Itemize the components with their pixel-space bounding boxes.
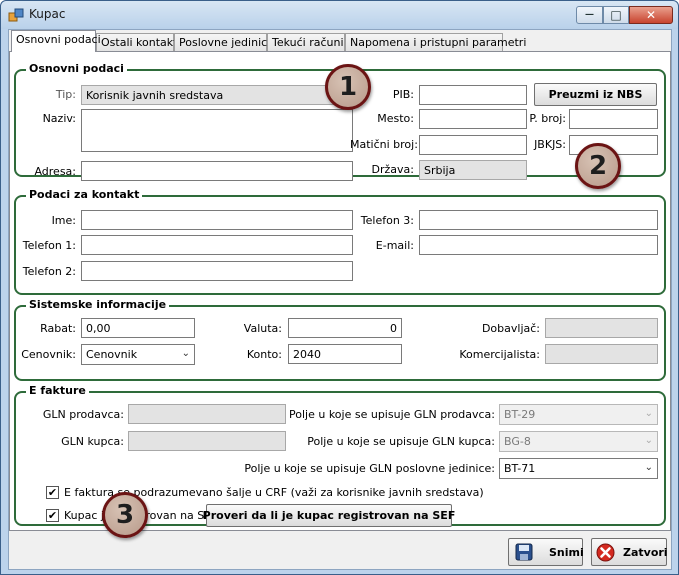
window-title: Kupac — [29, 7, 66, 21]
proveri-sef-button[interactable]: Proveri da li je kupac registrovan na SE… — [203, 504, 455, 527]
postanski-broj-field[interactable] — [569, 109, 658, 129]
konto-label: Konto: — [246, 348, 282, 361]
checkmark-icon: ✔ — [47, 509, 58, 522]
tab-ostali-kontakti[interactable]: Ostali kontakti — [96, 33, 181, 51]
gln-prodavca-label: GLN prodavca: — [42, 408, 124, 421]
tab-tekuci-racuni[interactable]: Tekući računi — [267, 33, 345, 51]
group-title: Sistemske informacije — [26, 298, 170, 311]
komercijalista-field[interactable] — [545, 344, 658, 364]
preuzmi-iz-nbs-button[interactable]: Preuzmi iz NBS — [534, 83, 657, 106]
annotation-badge-3: 3 — [102, 492, 148, 538]
naziv-field[interactable] — [81, 109, 353, 152]
tip-label: Tip: — [55, 88, 76, 101]
cenovnik-label: Cenovnik: — [21, 348, 76, 361]
group-sistemske-informacije: Sistemske informacije — [14, 298, 666, 381]
close-icon: ✕ — [645, 8, 657, 22]
mesto-label: Mesto: — [377, 112, 414, 125]
tab-label: Poslovne jedinice — [179, 36, 274, 49]
tab-poslovne-jedinice[interactable]: Poslovne jedinice — [174, 33, 274, 51]
telefon1-field[interactable] — [81, 235, 353, 255]
chevron-down-icon: ⌄ — [644, 462, 653, 473]
close-button[interactable]: Zatvori — [591, 538, 668, 566]
polje-gln-prodavca-select[interactable]: BT-29 ⌄ — [499, 404, 658, 425]
tab-label: Tekući računi — [272, 36, 344, 49]
ime-field[interactable] — [81, 210, 353, 230]
app-window: Kupac — □ ✕ Osnovni podaci Ostali kontak… — [0, 0, 679, 575]
chevron-down-icon: ⌄ — [644, 435, 653, 446]
tab-label: Napomena i pristupni parametri — [350, 36, 527, 49]
polje-gln-pj-label: Polje u koje se upisuje GLN poslovne jed… — [244, 462, 495, 475]
telefon2-field[interactable] — [81, 261, 353, 281]
cancel-icon — [596, 543, 615, 562]
drzava-label: Država: — [371, 163, 414, 176]
naziv-label: Naziv: — [42, 112, 76, 125]
save-label: Snimi — [549, 546, 584, 559]
dobavljac-field[interactable] — [545, 318, 658, 338]
title-bar: Kupac — □ ✕ — [1, 1, 678, 29]
polje-gln-kupca-label: Polje u koje se upisuje GLN kupca: — [307, 435, 495, 448]
pib-field[interactable] — [419, 85, 527, 105]
valuta-label: Valuta: — [243, 322, 282, 335]
rabat-field[interactable]: 0,00 — [81, 318, 195, 338]
polje-gln-pj-select[interactable]: BT-71 ⌄ — [499, 458, 658, 479]
maticni-broj-field[interactable] — [419, 135, 527, 155]
tab-napomena[interactable]: Napomena i pristupni parametri — [345, 33, 526, 51]
maximize-icon: □ — [610, 8, 622, 22]
app-icon — [8, 8, 24, 22]
group-title: Podaci za kontakt — [26, 188, 143, 201]
save-icon — [515, 543, 533, 561]
client-area: Osnovni podaci Ostali kontakti Poslovne … — [8, 29, 672, 570]
ime-label: Ime: — [51, 214, 76, 227]
maticni-broj-label: Matični broj: — [350, 138, 418, 151]
telefon3-field[interactable] — [419, 210, 658, 230]
save-button[interactable]: Snimi — [508, 538, 584, 566]
cenovnik-select[interactable]: Cenovnik ⌄ — [81, 344, 195, 365]
tab-label: Osnovni podaci — [16, 33, 101, 46]
rabat-label: Rabat: — [40, 322, 76, 335]
polje-gln-kupca-select[interactable]: BG-8 ⌄ — [499, 431, 658, 452]
dobavljac-label: Dobavljač: — [481, 322, 540, 335]
checkmark-icon: ✔ — [47, 486, 58, 499]
minimize-icon: — — [585, 10, 594, 20]
telefon2-label: Telefon 2: — [22, 265, 76, 278]
cenovnik-value: Cenovnik — [86, 348, 138, 361]
tip-field[interactable]: Korisnik javnih sredstava — [81, 85, 353, 105]
chevron-down-icon: ⌄ — [181, 348, 190, 359]
adresa-label: Adresa: — [34, 165, 76, 178]
tab-strip: Osnovni podaci Ostali kontakti Poslovne … — [9, 30, 671, 52]
chevron-down-icon: ⌄ — [644, 408, 653, 419]
polje-gln-pj-value: BT-71 — [504, 462, 536, 475]
close-window-button[interactable]: ✕ — [629, 6, 673, 24]
mesto-field[interactable] — [419, 109, 527, 129]
tab-page-osnovni: Osnovni podaci Tip: Korisnik javnih sred… — [9, 51, 671, 531]
konto-field[interactable]: 2040 — [288, 344, 402, 364]
tab-label: Ostali kontakti — [101, 36, 181, 49]
telefon3-label: Telefon 3: — [360, 214, 414, 227]
group-title: Osnovni podaci — [26, 62, 127, 75]
tab-osnovni-podaci[interactable]: Osnovni podaci — [11, 30, 101, 52]
polje-gln-kupca-value: BG-8 — [504, 435, 531, 448]
gln-kupca-label: GLN kupca: — [61, 435, 124, 448]
komercijalista-label: Komercijalista: — [459, 348, 540, 361]
valuta-field[interactable]: 0 — [288, 318, 402, 338]
polje-gln-prodavca-label: Polje u koje se upisuje GLN prodavca: — [289, 408, 495, 421]
group-title: E fakture — [26, 384, 89, 397]
maximize-button[interactable]: □ — [603, 6, 629, 24]
telefon1-label: Telefon 1: — [22, 239, 76, 252]
minimize-button[interactable]: — — [576, 6, 603, 24]
annotation-badge-1: 1 — [325, 64, 371, 110]
drzava-field[interactable]: Srbija — [419, 160, 527, 180]
close-label: Zatvori — [623, 546, 668, 559]
annotation-badge-2: 2 — [575, 143, 621, 189]
adresa-field[interactable] — [81, 161, 353, 181]
polje-gln-prodavca-value: BT-29 — [504, 408, 536, 421]
email-label: E-mail: — [375, 239, 414, 252]
jbkjs-label: JBKJS: — [534, 138, 566, 151]
email-field[interactable] — [419, 235, 658, 255]
sef-checkbox[interactable]: ✔ — [46, 509, 59, 522]
postanski-broj-label: P. broj: — [529, 112, 566, 125]
crf-checkbox[interactable]: ✔ — [46, 486, 59, 499]
